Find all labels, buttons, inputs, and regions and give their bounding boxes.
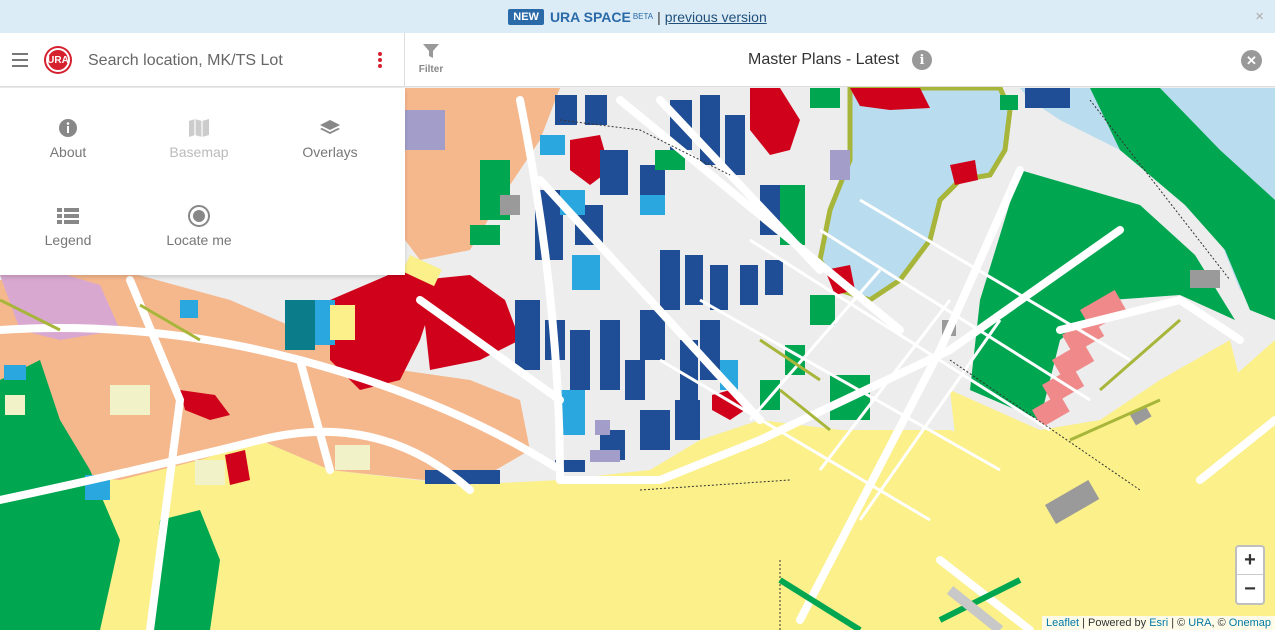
info-icon[interactable]: i (912, 50, 932, 70)
master-plan-title: Master Plans - Latest (748, 51, 900, 68)
onemap-link[interactable]: Onemap (1229, 617, 1271, 629)
attribution-text: , © (1211, 617, 1229, 629)
menu-item-legend[interactable]: Legend (13, 176, 123, 248)
menu-item-basemap[interactable]: Basemap (144, 88, 254, 160)
esri-link[interactable]: Esri (1149, 617, 1168, 629)
banner-separator: | (657, 8, 661, 25)
filter-button[interactable]: Filter (414, 41, 448, 81)
search-box: URA (0, 33, 405, 87)
close-panel-icon[interactable]: ✕ (1241, 50, 1262, 71)
more-options-icon[interactable] (378, 52, 384, 70)
layers-icon (320, 120, 340, 134)
menu-item-locate-me[interactable]: Locate me (144, 176, 254, 248)
menu-item-label: Basemap (169, 144, 229, 160)
ura-logo: URA (46, 48, 70, 72)
target-icon (188, 205, 210, 227)
menu-item-label: About (49, 144, 87, 160)
menu-item-label: Legend (44, 232, 92, 248)
header-bar: URA Filter Master Plans - Latest i ✕ (0, 33, 1275, 87)
list-icon (57, 208, 79, 224)
search-input[interactable] (88, 47, 358, 75)
filter-icon (423, 44, 439, 58)
attribution-text: | Powered by (1079, 617, 1150, 629)
menu-item-label: Overlays (302, 144, 358, 160)
beta-label: BETA (632, 12, 654, 21)
attribution-text: | © (1168, 617, 1189, 629)
map-attribution: Leaflet | Powered by Esri | © URA, © One… (1042, 616, 1275, 630)
info-icon (59, 119, 77, 137)
leaflet-link[interactable]: Leaflet (1046, 617, 1079, 629)
ura-link[interactable]: URA (1188, 617, 1211, 629)
banner-close-icon[interactable]: × (1255, 8, 1264, 25)
new-badge: NEW (508, 8, 544, 25)
zoom-control: + − (1235, 545, 1265, 605)
previous-version-link[interactable]: previous version (665, 9, 767, 25)
map-icon (189, 119, 209, 137)
filter-label: Filter (418, 64, 444, 75)
menu-item-overlays[interactable]: Overlays (275, 88, 385, 160)
menu-item-about[interactable]: About (13, 88, 123, 160)
hamburger-menu-icon[interactable] (12, 53, 28, 67)
zoom-in-button[interactable]: + (1237, 547, 1263, 575)
zoom-out-button[interactable]: − (1237, 575, 1263, 603)
main-menu-panel: About Basemap Overlays Legend Locate me (0, 88, 405, 275)
banner-brand: URA SPACE (549, 8, 631, 25)
menu-item-label: Locate me (166, 232, 232, 248)
top-banner: NEW URA SPACE BETA | previous version × (0, 0, 1275, 33)
